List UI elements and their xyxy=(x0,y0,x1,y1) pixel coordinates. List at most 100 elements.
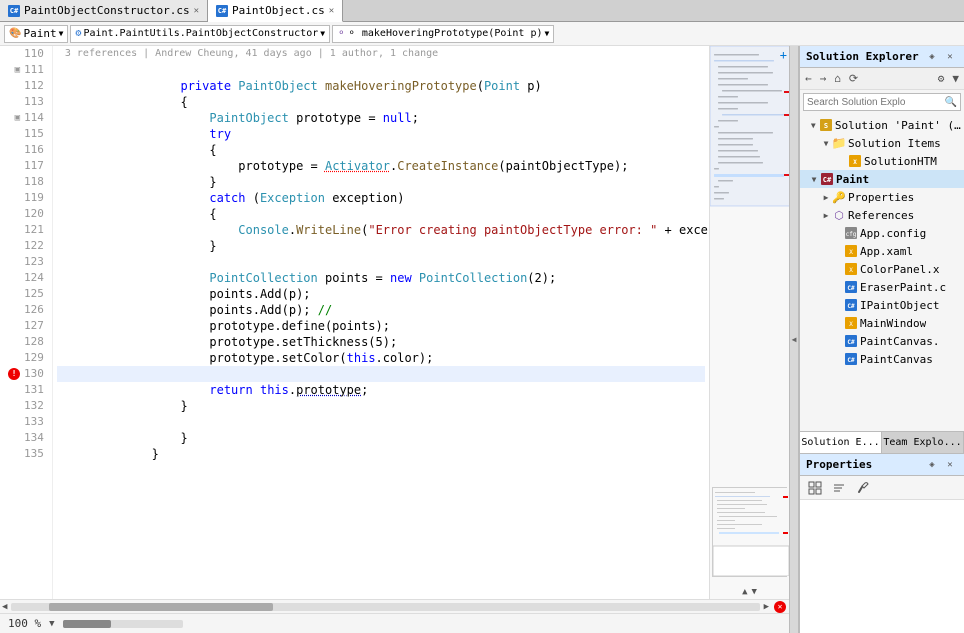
h-scroll-track[interactable] xyxy=(11,603,759,611)
ln-129: 129 xyxy=(8,350,44,366)
eraserpaint-icon: C# xyxy=(844,280,858,294)
h-scroll-left[interactable]: ◀ xyxy=(0,602,9,612)
ln-128: 128 xyxy=(8,334,44,350)
ln-118: 118 xyxy=(8,174,44,190)
tree-item-properties[interactable]: ▶ 🔑 Properties xyxy=(800,188,964,206)
tree-label-solution-items: Solution Items xyxy=(848,137,941,150)
panel-collapse-handle[interactable]: ◀ xyxy=(789,46,799,633)
tree-item-paint[interactable]: ▼ C# Paint xyxy=(800,170,964,188)
nav-forward-btn[interactable]: → xyxy=(817,71,830,86)
svg-text:X: X xyxy=(853,159,857,166)
tree-item-solutionhtm[interactable]: X SolutionHTM xyxy=(800,152,964,170)
nav-more-btn[interactable]: ▼ xyxy=(949,71,962,86)
tree-label-solution: Solution 'Paint' (2 p xyxy=(835,119,964,132)
ln-121: 121 xyxy=(8,222,44,238)
code-content[interactable]: 3 references | Andrew Cheung, 41 days ag… xyxy=(53,46,709,599)
expand-icon-refs: ▶ xyxy=(820,209,832,221)
nav-sync-btn[interactable]: ⟳ xyxy=(846,71,861,86)
wrench-btn[interactable] xyxy=(852,478,874,498)
pin-icon-btn[interactable]: ◈ xyxy=(924,49,940,65)
xaml-icon: X xyxy=(844,244,858,258)
tree-item-references[interactable]: ▶ ⬡ References xyxy=(800,206,964,224)
nav-settings-btn[interactable]: ⚙ xyxy=(935,71,948,86)
minimap-up-btn[interactable]: ▲ xyxy=(742,587,747,597)
ln-126: 126 xyxy=(8,302,44,318)
ln-135: 135 xyxy=(8,446,44,462)
tree-item-appxaml[interactable]: X App.xaml xyxy=(800,242,964,260)
no-expand-ep xyxy=(832,281,844,293)
tab-paintobject[interactable]: C# PaintObject.cs ✕ xyxy=(208,0,343,22)
minimap[interactable]: + xyxy=(709,46,789,599)
ln-134: 134 xyxy=(8,430,44,446)
tree-item-ipaintobject[interactable]: C# IPaintObject xyxy=(800,296,964,314)
tree-item-colorpanel[interactable]: X ColorPanel.x xyxy=(800,260,964,278)
tree-item-paintcanvas1[interactable]: C# PaintCanvas. xyxy=(800,332,964,350)
zoom-dropdown[interactable]: ▼ xyxy=(49,619,54,629)
solution-panel-tabs: Solution E... Team Explo... xyxy=(800,431,964,453)
tree-item-solution[interactable]: ▼ S Solution 'Paint' (2 p xyxy=(800,116,964,134)
cs-icon-2: C# xyxy=(216,5,228,17)
editor-toolbar: 🎨 Paint ▼ ⚙ Paint.PaintUtils.PaintObject… xyxy=(0,22,964,46)
class-arrow: ▼ xyxy=(320,29,325,38)
pin-properties-btn[interactable]: ◈ xyxy=(924,457,940,473)
ln-123: 123 xyxy=(8,254,44,270)
svg-text:C#: C# xyxy=(847,285,855,292)
add-file-button[interactable]: + xyxy=(780,48,787,62)
tab-solution-explorer[interactable]: Solution E... xyxy=(800,432,882,453)
tab-te-label: Team Explo... xyxy=(883,437,961,448)
status-row: 100 % ▼ xyxy=(0,613,789,633)
properties-title: Properties xyxy=(806,458,872,471)
no-expand xyxy=(836,155,848,167)
code-line-133: } xyxy=(57,414,705,430)
ln-125: 125 xyxy=(8,286,44,302)
solution-search-input[interactable] xyxy=(807,97,945,108)
code-line-130: return this.prototype; xyxy=(57,366,705,382)
grid-view-btn[interactable] xyxy=(804,478,826,498)
class-dropdown[interactable]: ⚙ Paint.PaintUtils.PaintObjectConstructo… xyxy=(70,25,330,43)
expand-icon: ▼ xyxy=(808,119,819,131)
class-label: Paint.PaintUtils.PaintObjectConstructor xyxy=(83,28,318,39)
ln-131: 131 xyxy=(8,382,44,398)
error-indicator[interactable]: ✕ xyxy=(771,600,789,614)
nav-back-btn[interactable]: ← xyxy=(802,71,815,86)
tab-close-2[interactable]: ✕ xyxy=(329,6,334,16)
project-icon: C# xyxy=(820,172,834,186)
editor-area: 110 ▣111 112 113 ▣114 115 116 117 118 11… xyxy=(0,46,789,633)
tree-item-eraserpaint[interactable]: C# EraserPaint.c xyxy=(800,278,964,296)
method-dropdown[interactable]: ⚬ ⚬ makeHoveringPrototype(Point p) ▼ xyxy=(332,25,554,43)
tree-label-references: References xyxy=(848,209,914,222)
tree-item-mainwindow[interactable]: X MainWindow xyxy=(800,314,964,332)
ln-115: 115 xyxy=(8,126,44,142)
properties-content xyxy=(800,500,964,633)
h-scroll-right[interactable]: ▶ xyxy=(762,602,771,612)
h-scrollbar[interactable]: ◀ ▶ ✕ xyxy=(0,599,789,613)
minimap-down-btn[interactable]: ▼ xyxy=(752,587,757,597)
ln-120: 120 xyxy=(8,206,44,222)
tab-label: PaintObjectConstructor.cs xyxy=(24,4,190,17)
tab-paintobjectconstructor[interactable]: C# PaintObjectConstructor.cs ✕ xyxy=(0,0,208,21)
tab-team-explorer[interactable]: Team Explo... xyxy=(882,432,964,453)
ln-110: 110 xyxy=(8,46,44,62)
tree-item-paintcanvas2[interactable]: C# PaintCanvas xyxy=(800,350,964,368)
nav-home-btn[interactable]: ⌂ xyxy=(831,71,844,86)
ln-117: 117 xyxy=(8,158,44,174)
ln-124: 124 xyxy=(8,270,44,286)
cs-icon: C# xyxy=(8,5,20,17)
solution-explorer-title: Solution Explorer xyxy=(806,50,919,63)
namespace-dropdown[interactable]: 🎨 Paint ▼ xyxy=(4,25,68,43)
error-icon-130: ! xyxy=(8,368,20,380)
close-panel-btn[interactable]: ✕ xyxy=(942,49,958,65)
close-properties-btn[interactable]: ✕ xyxy=(942,457,958,473)
tree-label-paintcanvas1: PaintCanvas. xyxy=(860,335,939,348)
method-arrow: ▼ xyxy=(544,29,549,38)
svg-text:C#: C# xyxy=(823,176,832,184)
tree-label-appxaml: App.xaml xyxy=(860,245,913,258)
sort-btn[interactable] xyxy=(828,478,850,498)
zoom-slider[interactable] xyxy=(63,620,183,628)
tree-item-solution-items[interactable]: ▼ 📁 Solution Items xyxy=(800,134,964,152)
solution-search[interactable]: 🔍 xyxy=(803,93,961,111)
tree-item-appconfig[interactable]: cfg App.config xyxy=(800,224,964,242)
tab-close-1[interactable]: ✕ xyxy=(194,6,199,16)
properties-toolbar xyxy=(800,476,964,500)
ln-133: 133 xyxy=(8,414,44,430)
